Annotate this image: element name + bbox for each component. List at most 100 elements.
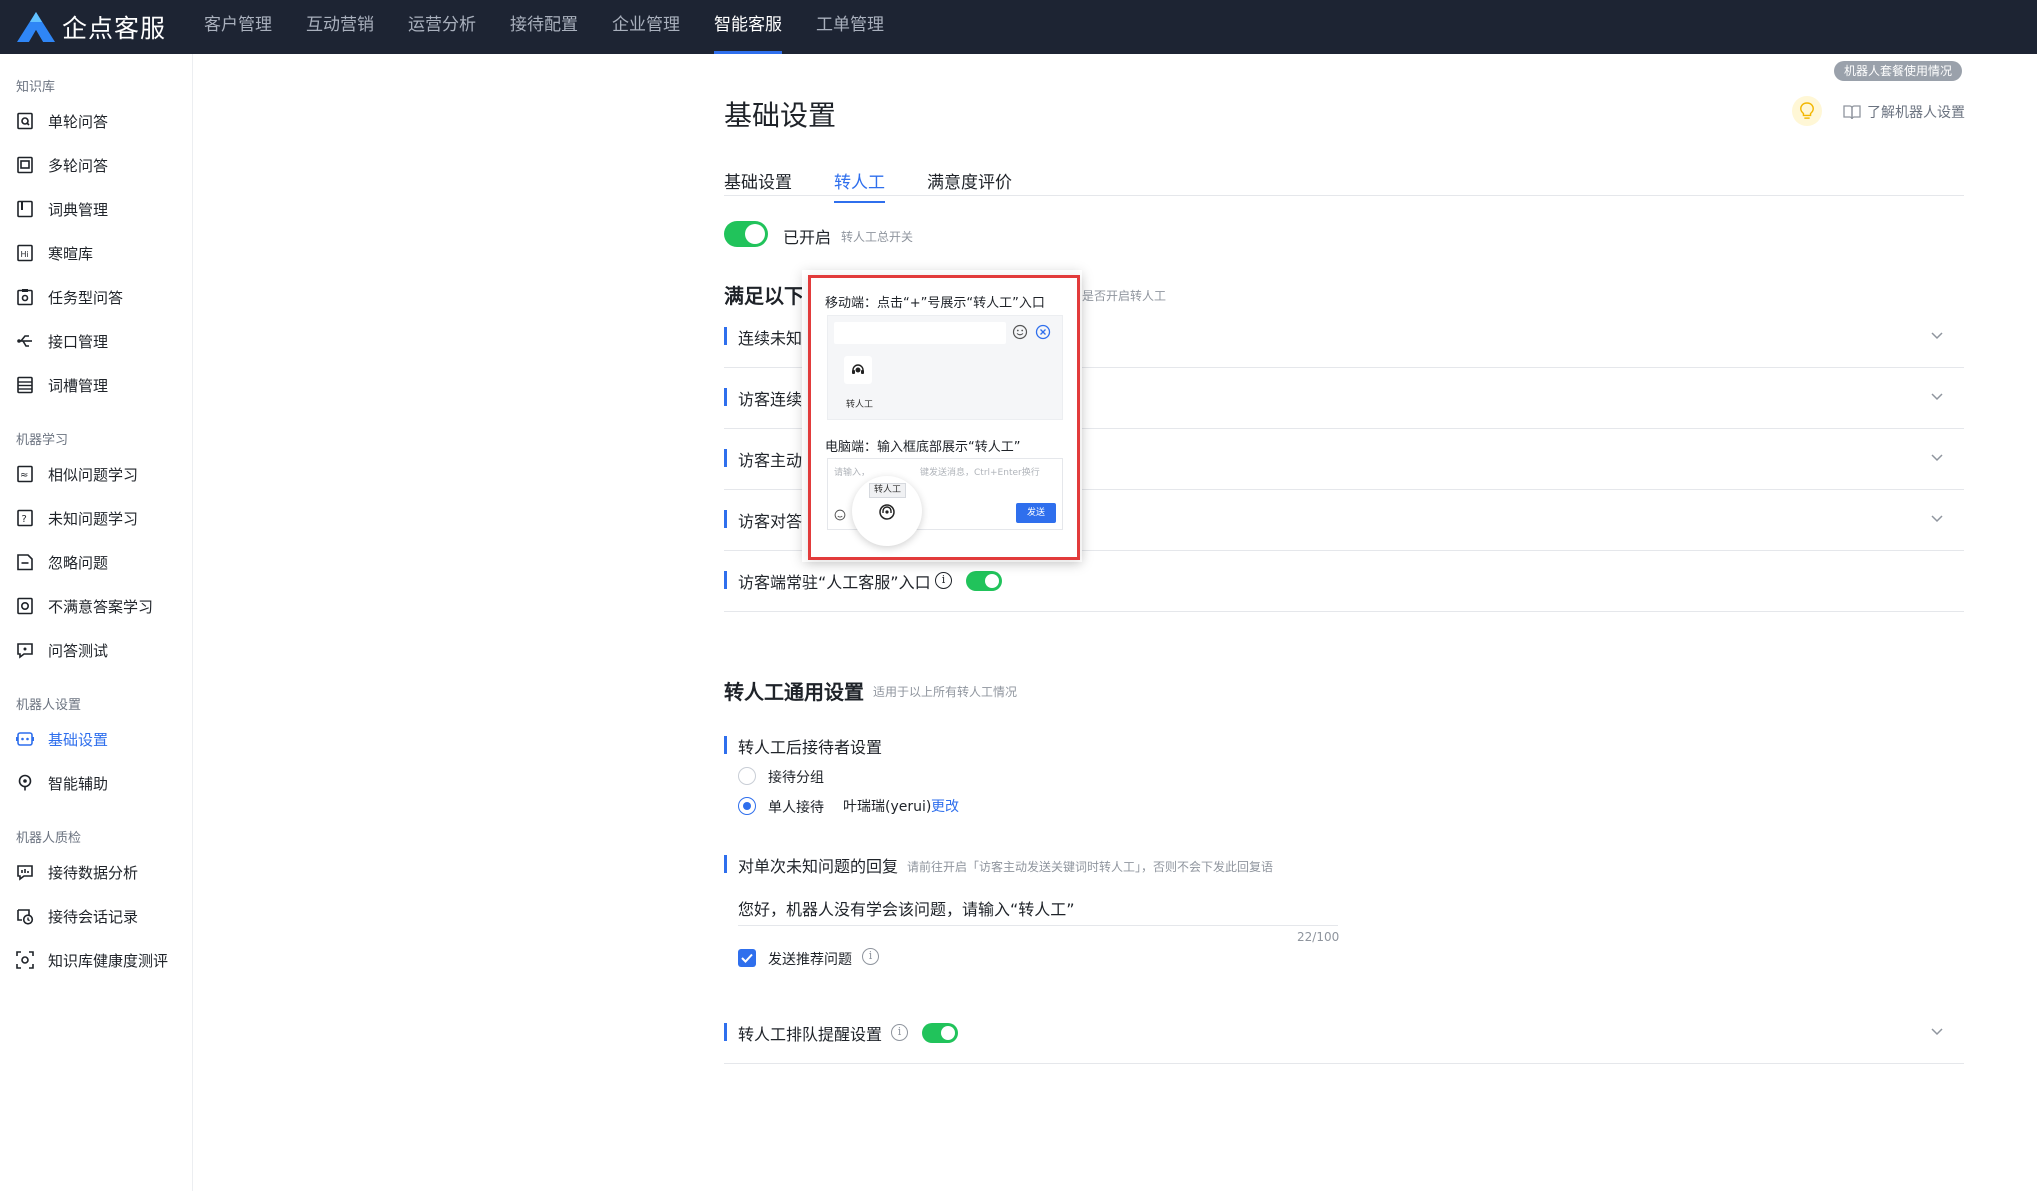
nav-interactive-marketing[interactable]: 互动营销	[306, 0, 374, 54]
queue-toggle[interactable]	[922, 1023, 958, 1043]
recommend-checkbox[interactable]	[738, 949, 756, 967]
radio-receive-group-label: 接待分组	[768, 770, 824, 786]
tab-basic-settings[interactable]: 基础设置	[724, 168, 792, 193]
top-navbar: 企点客服 客户管理 互动营销 运营分析 接待配置 企业管理 智能客服 工单管理	[0, 0, 2037, 54]
sidebar-item-label: 基础设置	[48, 730, 109, 749]
chat-analysis-icon	[16, 863, 34, 881]
recommend-label: 发送推荐问题	[768, 952, 852, 968]
row-accent-bar	[724, 388, 727, 406]
info-icon[interactable]: i	[891, 1024, 908, 1041]
sidebar-item-greetings[interactable]: Hi 寒暄库	[16, 239, 93, 267]
pc-placeholder: 请输入，	[834, 468, 871, 478]
nav-operation-analysis[interactable]: 运营分析	[408, 0, 476, 54]
input-underline	[738, 925, 1338, 926]
sidebar-item-data-analysis[interactable]: 接待数据分析	[16, 858, 138, 886]
close-circle-icon	[1035, 324, 1051, 340]
mobile-transfer-label: 转人工	[846, 400, 874, 410]
doc-multi-icon	[16, 156, 34, 174]
bulb-icon[interactable]	[1792, 96, 1822, 126]
receiver-person: 叶瑞瑞(yerui)	[843, 799, 932, 815]
chevron-down-icon[interactable]	[1930, 390, 1944, 404]
app-logo[interactable]: 企点客服	[16, 9, 166, 45]
row-accent-bar	[724, 327, 727, 345]
question-doc-icon: ?	[16, 509, 34, 527]
sidebar-item-task-qa[interactable]: 任务型问答	[16, 283, 123, 311]
tab-satisfaction[interactable]: 满意度评价	[927, 168, 1012, 193]
radio-single-receive-label: 单人接待	[768, 800, 824, 816]
queue-reminder-row: 转人工排队提醒设置 i	[724, 1003, 1964, 1064]
char-counter: 22/100	[1297, 930, 1340, 944]
pc-preview-title: 电脑端：输入框底部展示“转人工”	[825, 440, 1021, 455]
sidebar-item-dictionary[interactable]: 词典管理	[16, 195, 108, 223]
sidebar-group-title: 机器人设置	[16, 698, 82, 713]
radio-single-receive[interactable]	[738, 797, 756, 815]
unknown-reply-input[interactable]: 您好，机器人没有学会该问题，请输入“转人工”	[738, 896, 1075, 920]
sidebar-item-label: 问答测试	[48, 641, 109, 660]
usb-icon	[16, 332, 34, 350]
chevron-down-icon[interactable]	[1930, 329, 1944, 343]
greeting-icon: Hi	[16, 244, 34, 262]
sidebar-item-unknown-learning[interactable]: ? 未知问题学习	[16, 504, 138, 532]
condition-label: 访客连续	[738, 390, 803, 409]
sidebar-group-title: 知识库	[16, 80, 56, 95]
condition-label: 连续未知	[738, 329, 803, 348]
info-icon[interactable]: i	[862, 948, 879, 965]
chevron-down-icon[interactable]	[1930, 451, 1944, 465]
clock-chat-icon	[16, 907, 34, 925]
entry-label: 访客端常驻“人工客服”入口	[738, 573, 931, 592]
headset-icon	[844, 356, 872, 384]
clipboard-icon	[16, 288, 34, 306]
nav-customer-mgmt[interactable]: 客户管理	[204, 0, 272, 54]
scan-icon	[16, 951, 34, 969]
master-switch-hint: 转人工总开关	[841, 230, 914, 244]
radio-receive-group[interactable]	[738, 767, 756, 785]
tab-transfer-human[interactable]: 转人工	[834, 168, 885, 203]
page-title: 基础设置	[724, 99, 837, 132]
sidebar-item-interface[interactable]: 接口管理	[16, 327, 108, 355]
app-name: 企点客服	[62, 14, 167, 43]
sidebar-item-health-check[interactable]: 知识库健康度测评	[16, 946, 168, 974]
learn-robot-settings-link[interactable]: 了解机器人设置	[1843, 102, 1965, 122]
robot-settings-icon	[16, 730, 35, 748]
similar-icon: ≈	[16, 465, 34, 483]
sidebar-item-multi-qa[interactable]: 多轮问答	[16, 151, 108, 179]
smile-icon	[1012, 324, 1028, 340]
sidebar-item-session-records[interactable]: 接待会话记录	[16, 902, 138, 930]
mobile-preview-input	[834, 322, 1006, 344]
sidebar-item-single-qa[interactable]: 单轮问答	[16, 107, 108, 135]
row-accent-bar	[724, 510, 727, 528]
entry-toggle[interactable]	[966, 571, 1002, 591]
conditions-hint: 是否开启转人工	[1082, 289, 1167, 303]
sidebar-item-label: 知识库健康度测评	[48, 951, 169, 970]
sidebar-item-label: 寒暄库	[48, 244, 94, 263]
sidebar-item-qa-test[interactable]: 问答测试	[16, 636, 108, 664]
nav-smart-service[interactable]: 智能客服	[714, 0, 782, 54]
sidebar-item-unsatisfied[interactable]: 不满意答案学习	[16, 592, 153, 620]
nav-ticket-mgmt[interactable]: 工单管理	[816, 0, 884, 54]
chevron-down-icon[interactable]	[1930, 1025, 1944, 1039]
mobile-preview: 转人工	[827, 315, 1063, 420]
info-icon[interactable]: i	[935, 572, 952, 589]
sidebar-item-ignored[interactable]: 忽略问题	[16, 548, 108, 576]
sidebar-item-slot[interactable]: 词槽管理	[16, 371, 108, 399]
svg-text:≈: ≈	[20, 470, 28, 481]
usage-badge[interactable]: 机器人套餐使用情况	[1834, 61, 1963, 81]
condition-label: 访客主动	[738, 451, 803, 470]
master-transfer-toggle[interactable]	[724, 221, 768, 247]
change-receiver-link[interactable]: 更改	[931, 796, 959, 816]
sidebar-item-similar-learning[interactable]: ≈ 相似问题学习	[16, 460, 138, 488]
ignore-doc-icon	[16, 553, 34, 571]
nav-reception-config[interactable]: 接待配置	[510, 0, 578, 54]
mobile-preview-title: 移动端：点击“+”号展示“转人工”入口	[825, 296, 1045, 311]
sidebar-item-label: 相似问题学习	[48, 465, 139, 484]
headset-service-icon	[879, 504, 895, 520]
smile-icon	[834, 509, 846, 521]
unknown-reply-label: 对单次未知问题的回复	[738, 857, 899, 876]
sidebar-item-smart-assist[interactable]: 智能辅助	[16, 769, 108, 797]
sidebar-item-label: 任务型问答	[48, 288, 124, 307]
nav-enterprise-mgmt[interactable]: 企业管理	[612, 0, 680, 54]
book-icon	[16, 200, 34, 218]
row-accent-bar	[724, 571, 727, 589]
sidebar-item-basic-settings[interactable]: 基础设置	[16, 725, 108, 753]
chevron-down-icon[interactable]	[1930, 512, 1944, 526]
